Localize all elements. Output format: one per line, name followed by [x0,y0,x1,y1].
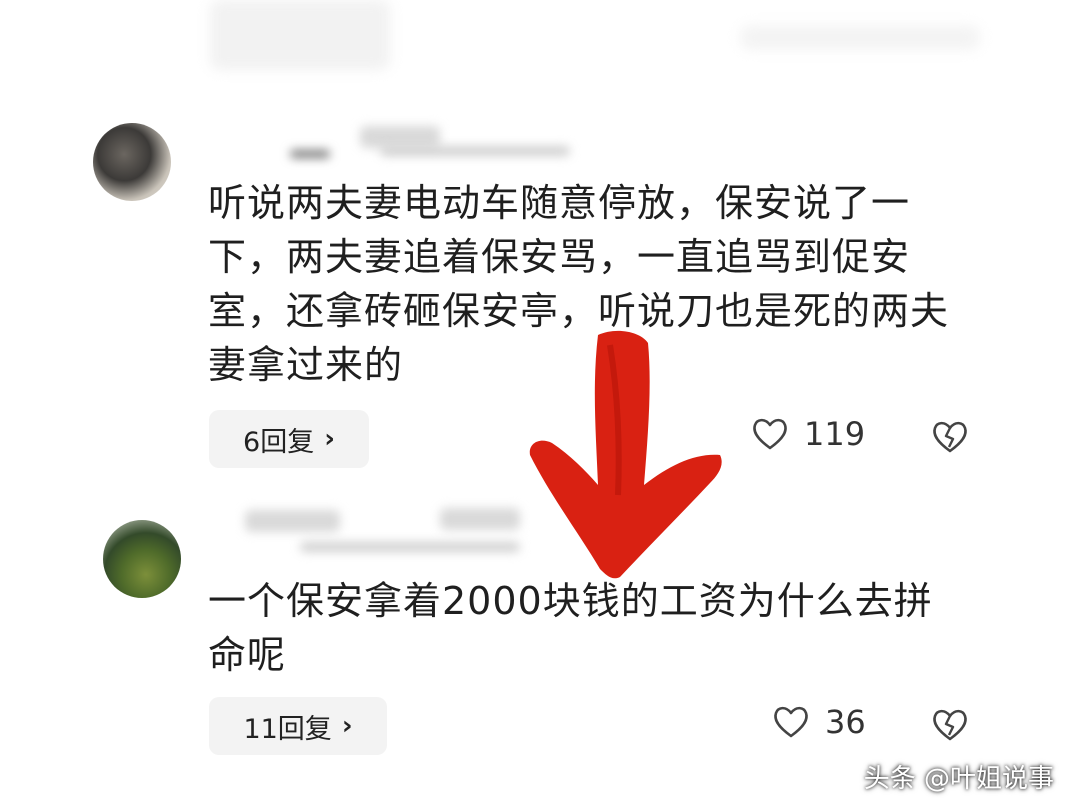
broken-heart-icon[interactable] [930,417,970,457]
like-count: 36 [825,703,866,741]
blurred-timestamp [300,542,520,552]
red-arrow-down-annotation [529,330,722,579]
blurred-previous-content [210,0,390,70]
reply-count-label: 6回复 [243,426,315,458]
avatar[interactable] [103,520,181,598]
comment-text: 一个保安拿着2000块钱的工资为什么去拼命呢 [208,579,933,677]
blurred-username-mark [290,150,330,158]
heart-outline-icon [774,706,808,738]
heart-outline-icon [753,418,787,450]
reply-count-button[interactable]: 6回复 › [209,410,369,468]
reply-count-label: 11回复 [243,713,332,745]
blurred-username [360,126,440,148]
blurred-previous-actions [740,25,980,50]
chevron-right-icon: › [341,711,353,741]
watermark: 头条 @叶姐说事 [863,764,1054,794]
chevron-right-icon: › [324,424,335,454]
blurred-username [245,510,340,532]
like-button[interactable]: 119 [750,414,865,454]
like-count: 119 [804,415,866,453]
reply-count-button[interactable]: 11回复 › [209,697,387,755]
broken-heart-icon[interactable] [930,705,970,745]
avatar[interactable] [93,123,171,201]
blurred-username-extra [440,508,520,530]
like-button[interactable]: 36 [771,702,866,742]
blurred-timestamp [380,146,570,156]
